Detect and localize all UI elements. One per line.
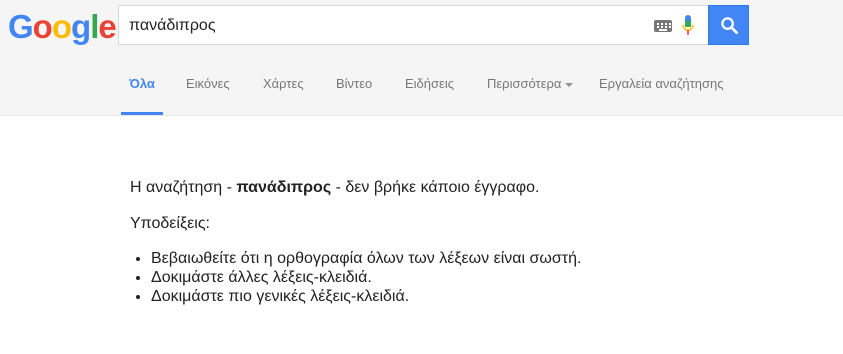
no-results-message: Η αναζήτηση - πανάδιπρος - δεν βρήκε κάπ… — [130, 178, 581, 198]
suggestion-item: Βεβαιωθείτε ότι η ορθογραφία όλων των λέ… — [151, 249, 581, 268]
suggestions-label: Υποδείξεις: — [130, 215, 210, 232]
tab-videos[interactable]: Βίντεο — [336, 62, 372, 115]
search-input[interactable] — [129, 15, 639, 37]
no-results-panel: Η αναζήτηση - πανάδιπρος - δεν βρήκε κάπ… — [130, 178, 581, 306]
tab-news[interactable]: Ειδήσεις — [405, 62, 454, 115]
search-box — [118, 5, 708, 45]
logo-letter-o1: o — [32, 8, 53, 45]
suggestion-item: Δοκιμάστε άλλες λέξεις-κλειδιά. — [151, 268, 581, 287]
logo-letter-o2: o — [51, 8, 72, 45]
header-bar: Google Όλα Εικόνες Χάρτες Βίντεο Ειδήσει… — [0, 0, 843, 116]
caret-down-icon — [565, 82, 574, 87]
suggestion-item: Δοκιμάστε πιο γενικές λέξεις-κλειδιά. — [151, 287, 581, 306]
logo-letter-g2: g — [71, 8, 91, 45]
tab-more[interactable]: Περισσότερα — [487, 62, 574, 115]
keyboard-icon[interactable] — [654, 20, 672, 32]
suggestions-list: Βεβαιωθείτε ότι η ορθογραφία όλων των λέ… — [130, 249, 581, 306]
logo-letter-g: G — [8, 8, 34, 45]
search-button[interactable] — [708, 5, 749, 45]
no-results-query: πανάδιπρος — [236, 179, 332, 196]
logo-letter-e: e — [98, 8, 116, 45]
logo-letter-l: l — [90, 8, 99, 45]
google-logo[interactable]: Google — [8, 8, 117, 45]
search-icon — [721, 17, 738, 34]
search-tabs: Όλα Εικόνες Χάρτες Βίντεο Ειδήσεις Περισ… — [0, 62, 843, 115]
tab-maps[interactable]: Χάρτες — [263, 62, 304, 115]
tab-search-tools[interactable]: Εργαλεία αναζήτησης — [599, 62, 724, 115]
no-results-suffix: - δεν βρήκε κάποιο έγγραφο. — [331, 179, 540, 196]
microphone-icon[interactable] — [681, 14, 695, 38]
tab-all[interactable]: Όλα — [121, 62, 163, 115]
tab-more-label: Περισσότερα — [487, 76, 562, 91]
no-results-prefix: Η αναζήτηση - — [130, 179, 237, 196]
tab-images[interactable]: Εικόνες — [186, 62, 230, 115]
